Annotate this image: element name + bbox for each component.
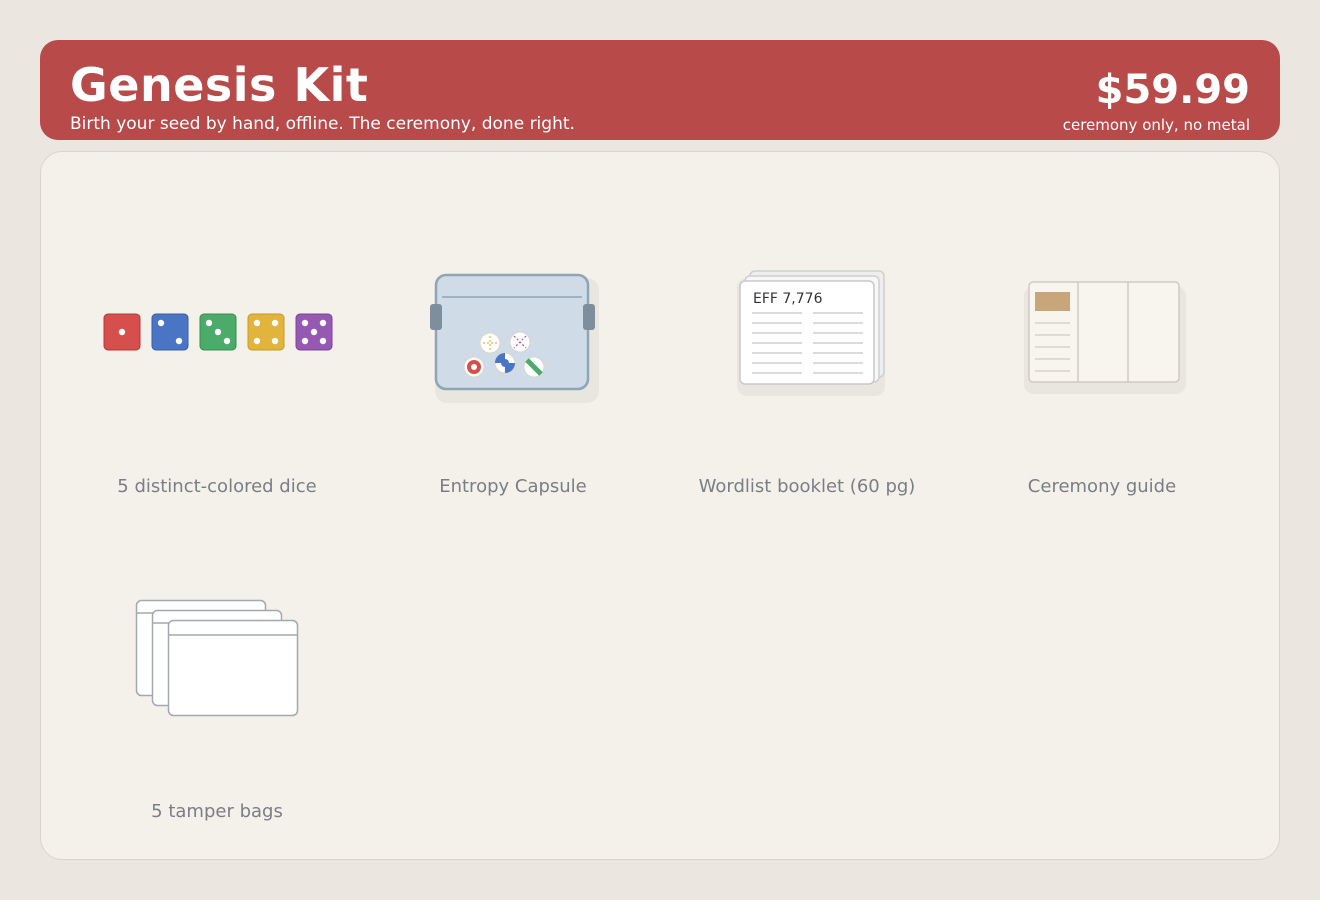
item-label-dice: 5 distinct-colored dice — [117, 476, 317, 497]
item-label-booklet: Wordlist booklet (60 pg) — [698, 476, 916, 497]
item-label-guide: Ceremony guide — [1027, 476, 1177, 497]
product-title: Genesis Kit — [70, 58, 369, 112]
product-price: $59.99 — [1095, 67, 1250, 113]
item-label-tamper-bags: 5 tamper bags — [151, 801, 283, 822]
kit-contents-panel — [40, 151, 1280, 860]
booklet-icon: EFF 7,776 — [737, 270, 885, 396]
dice-icon — [103, 313, 333, 351]
booklet-cover-text: EFF 7,776 — [753, 291, 823, 307]
tamper-bags-icon — [135, 599, 299, 717]
guide-icon — [1024, 281, 1186, 394]
item-label-capsule: Entropy Capsule — [439, 476, 587, 497]
product-subtitle: Birth your seed by hand, offline. The ce… — [70, 114, 575, 134]
product-header: Genesis Kit Birth your seed by hand, off… — [40, 40, 1280, 140]
price-note: ceremony only, no metal — [1062, 116, 1250, 134]
capsule-icon — [430, 273, 599, 403]
